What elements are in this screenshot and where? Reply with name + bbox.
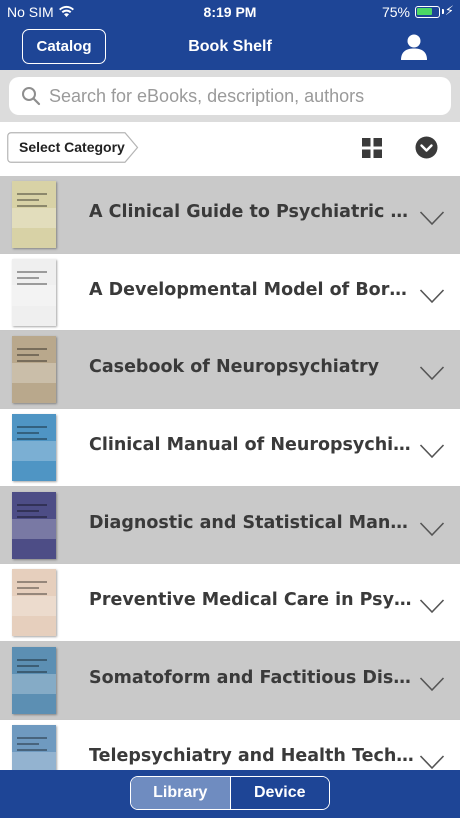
battery-icon [415, 6, 444, 18]
book-row[interactable]: Telepsychiatry and Health Technologies [0, 719, 460, 770]
search-input[interactable] [49, 85, 439, 107]
chevron-down-icon[interactable] [419, 598, 445, 614]
chevron-down-icon[interactable] [419, 676, 445, 692]
charging-icon: ⚡ [444, 3, 454, 18]
filter-toolbar: Select Category [0, 122, 460, 176]
search-icon [22, 87, 41, 106]
book-title: Preventive Medical Care in Psychiatry [89, 590, 414, 611]
book-row[interactable]: Casebook of Neuropsychiatry [0, 331, 460, 410]
library-tab[interactable]: Library [131, 777, 230, 809]
book-row[interactable]: Somatoform and Factitious Disorders [0, 642, 460, 720]
chevron-down-icon[interactable] [419, 210, 445, 226]
bottom-bar: Library Device [0, 770, 460, 818]
book-cover-image[interactable] [12, 258, 56, 326]
book-cover-image[interactable] [12, 569, 56, 637]
book-title: Casebook of Neuropsychiatry [89, 357, 379, 378]
chevron-down-circle-icon[interactable] [415, 136, 438, 159]
book-title: A Developmental Model of Borderline Pers… [89, 279, 414, 300]
book-row[interactable]: Clinical Manual of Neuropsychiatry [0, 409, 460, 487]
user-icon[interactable] [400, 33, 428, 61]
status-bar: No SIM 8:19 PM 75% ⚡ [0, 0, 460, 24]
grid-icon[interactable] [362, 138, 382, 158]
book-cover-image[interactable] [12, 414, 56, 482]
book-cover-image[interactable] [12, 181, 56, 248]
book-cover-image[interactable] [12, 724, 56, 770]
search-bar [0, 70, 460, 122]
library-device-toggle: Library Device [130, 776, 330, 810]
book-row[interactable]: A Clinical Guide to Psychiatric Ethics [0, 176, 460, 254]
book-row[interactable]: Preventive Medical Care in Psychiatry [0, 564, 460, 643]
book-cover-image[interactable] [12, 647, 56, 715]
book-cover-image[interactable] [12, 491, 56, 559]
chevron-down-icon[interactable] [419, 443, 445, 459]
chevron-down-icon[interactable] [419, 754, 445, 770]
book-row[interactable]: A Developmental Model of Borderline Pers… [0, 253, 460, 332]
catalog-button[interactable]: Catalog [22, 29, 106, 64]
select-category-button[interactable]: Select Category [7, 132, 139, 168]
book-title: Clinical Manual of Neuropsychiatry [89, 435, 414, 456]
book-cover-image[interactable] [12, 336, 56, 404]
chevron-down-icon[interactable] [419, 288, 445, 304]
chevron-down-icon[interactable] [419, 521, 445, 537]
book-list: A Clinical Guide to Psychiatric Ethics A … [0, 176, 460, 770]
search-field-container[interactable] [9, 77, 451, 115]
book-title: Telepsychiatry and Health Technologies [89, 745, 414, 766]
category-label: Select Category [19, 139, 125, 155]
battery-percent: 75% [381, 4, 410, 20]
book-row[interactable]: Diagnostic and Statistical Manual of Men… [0, 486, 460, 565]
book-title: A Clinical Guide to Psychiatric Ethics [89, 202, 414, 222]
nav-bar: Book Shelf Catalog [0, 24, 460, 70]
book-title: Somatoform and Factitious Disorders [89, 668, 414, 689]
device-tab[interactable]: Device [229, 777, 329, 809]
chevron-down-icon[interactable] [419, 365, 445, 381]
book-title: Diagnostic and Statistical Manual of Men… [89, 512, 414, 533]
